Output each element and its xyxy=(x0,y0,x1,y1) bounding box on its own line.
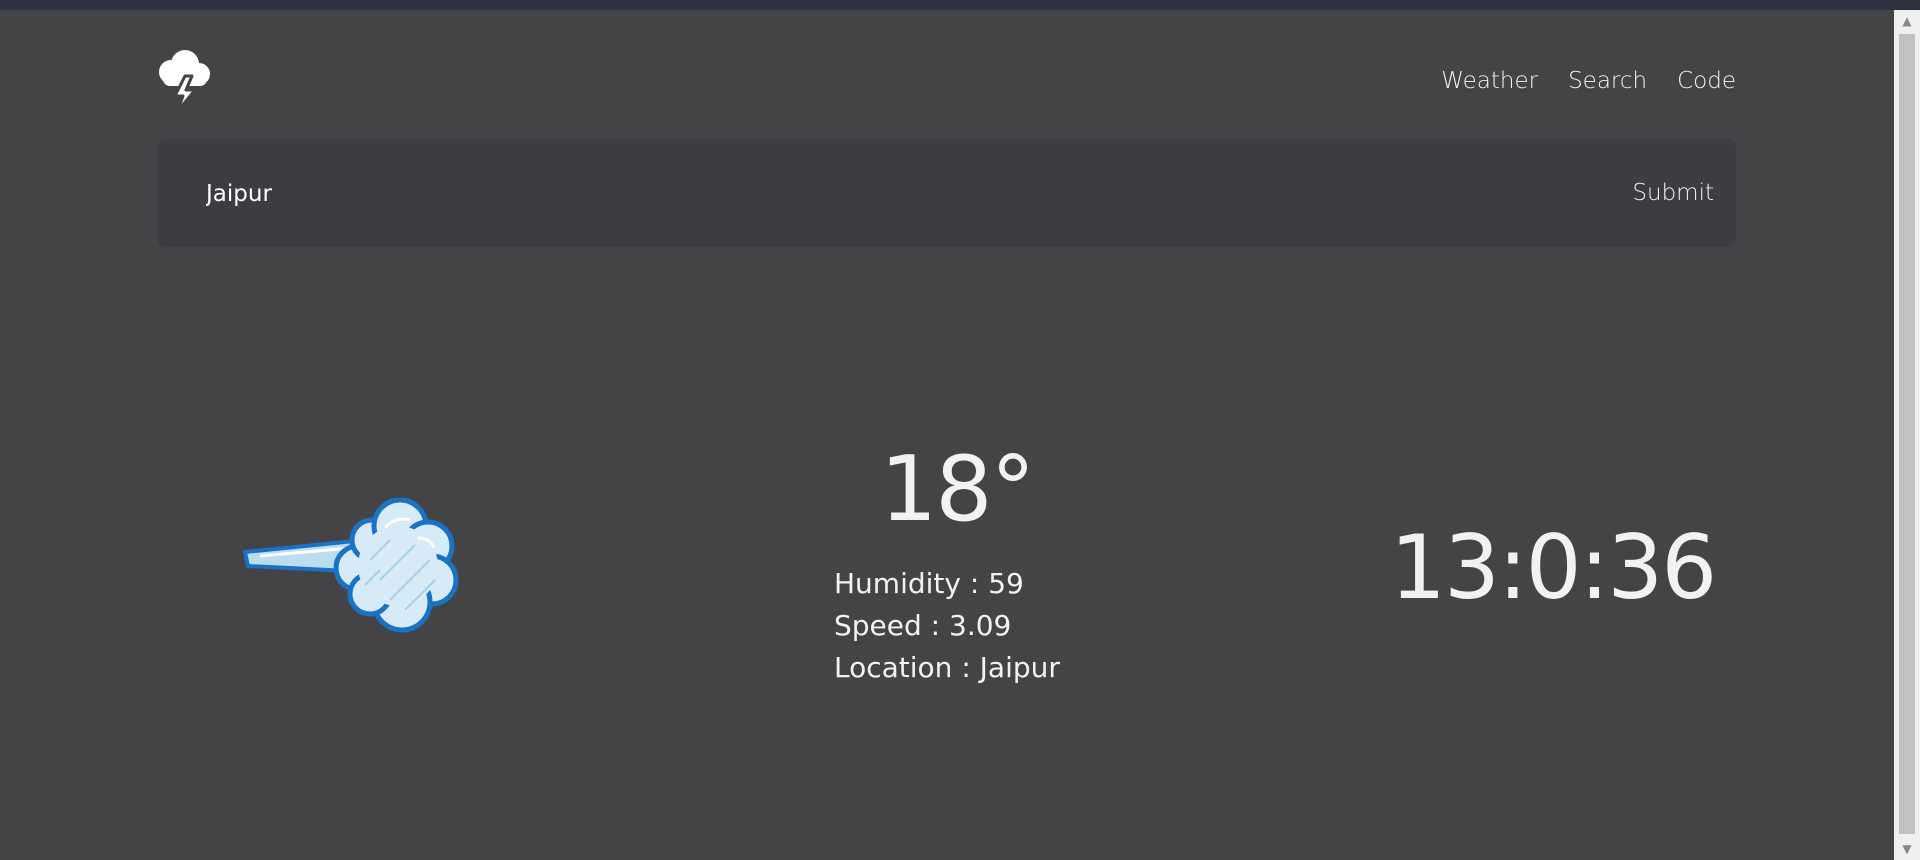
nav-search-link[interactable]: Search xyxy=(1568,68,1647,94)
main-nav: Weather Search Code xyxy=(1441,68,1736,94)
wind-icon xyxy=(240,490,470,640)
scroll-down-arrow-icon[interactable]: ▼ xyxy=(1894,838,1920,860)
scroll-up-arrow-icon[interactable]: ▲ xyxy=(1894,10,1920,32)
storm-cloud-icon[interactable] xyxy=(155,44,215,114)
nav-weather-link[interactable]: Weather xyxy=(1441,68,1538,94)
temperature-value: 18° xyxy=(880,437,1036,542)
wind-speed-text: Speed : 3.09 xyxy=(834,609,1012,642)
scrollbar-thumb[interactable] xyxy=(1899,34,1915,834)
weather-details: Humidity : 59 Speed : 3.09 Location : Ja… xyxy=(834,563,1060,689)
humidity-text: Humidity : 59 xyxy=(834,567,1024,600)
browser-top-strip xyxy=(0,0,1920,10)
nav-code-link[interactable]: Code xyxy=(1677,68,1736,94)
city-search-input[interactable] xyxy=(204,173,1108,215)
clock-time: 13:0:36 xyxy=(1390,516,1717,619)
location-text: Location : Jaipur xyxy=(834,651,1060,684)
search-form: Submit xyxy=(158,139,1736,247)
submit-button[interactable]: Submit xyxy=(1632,173,1714,213)
weather-page: Weather Search Code Submit xyxy=(0,10,1894,860)
vertical-scrollbar[interactable]: ▲ ▼ xyxy=(1894,10,1920,860)
